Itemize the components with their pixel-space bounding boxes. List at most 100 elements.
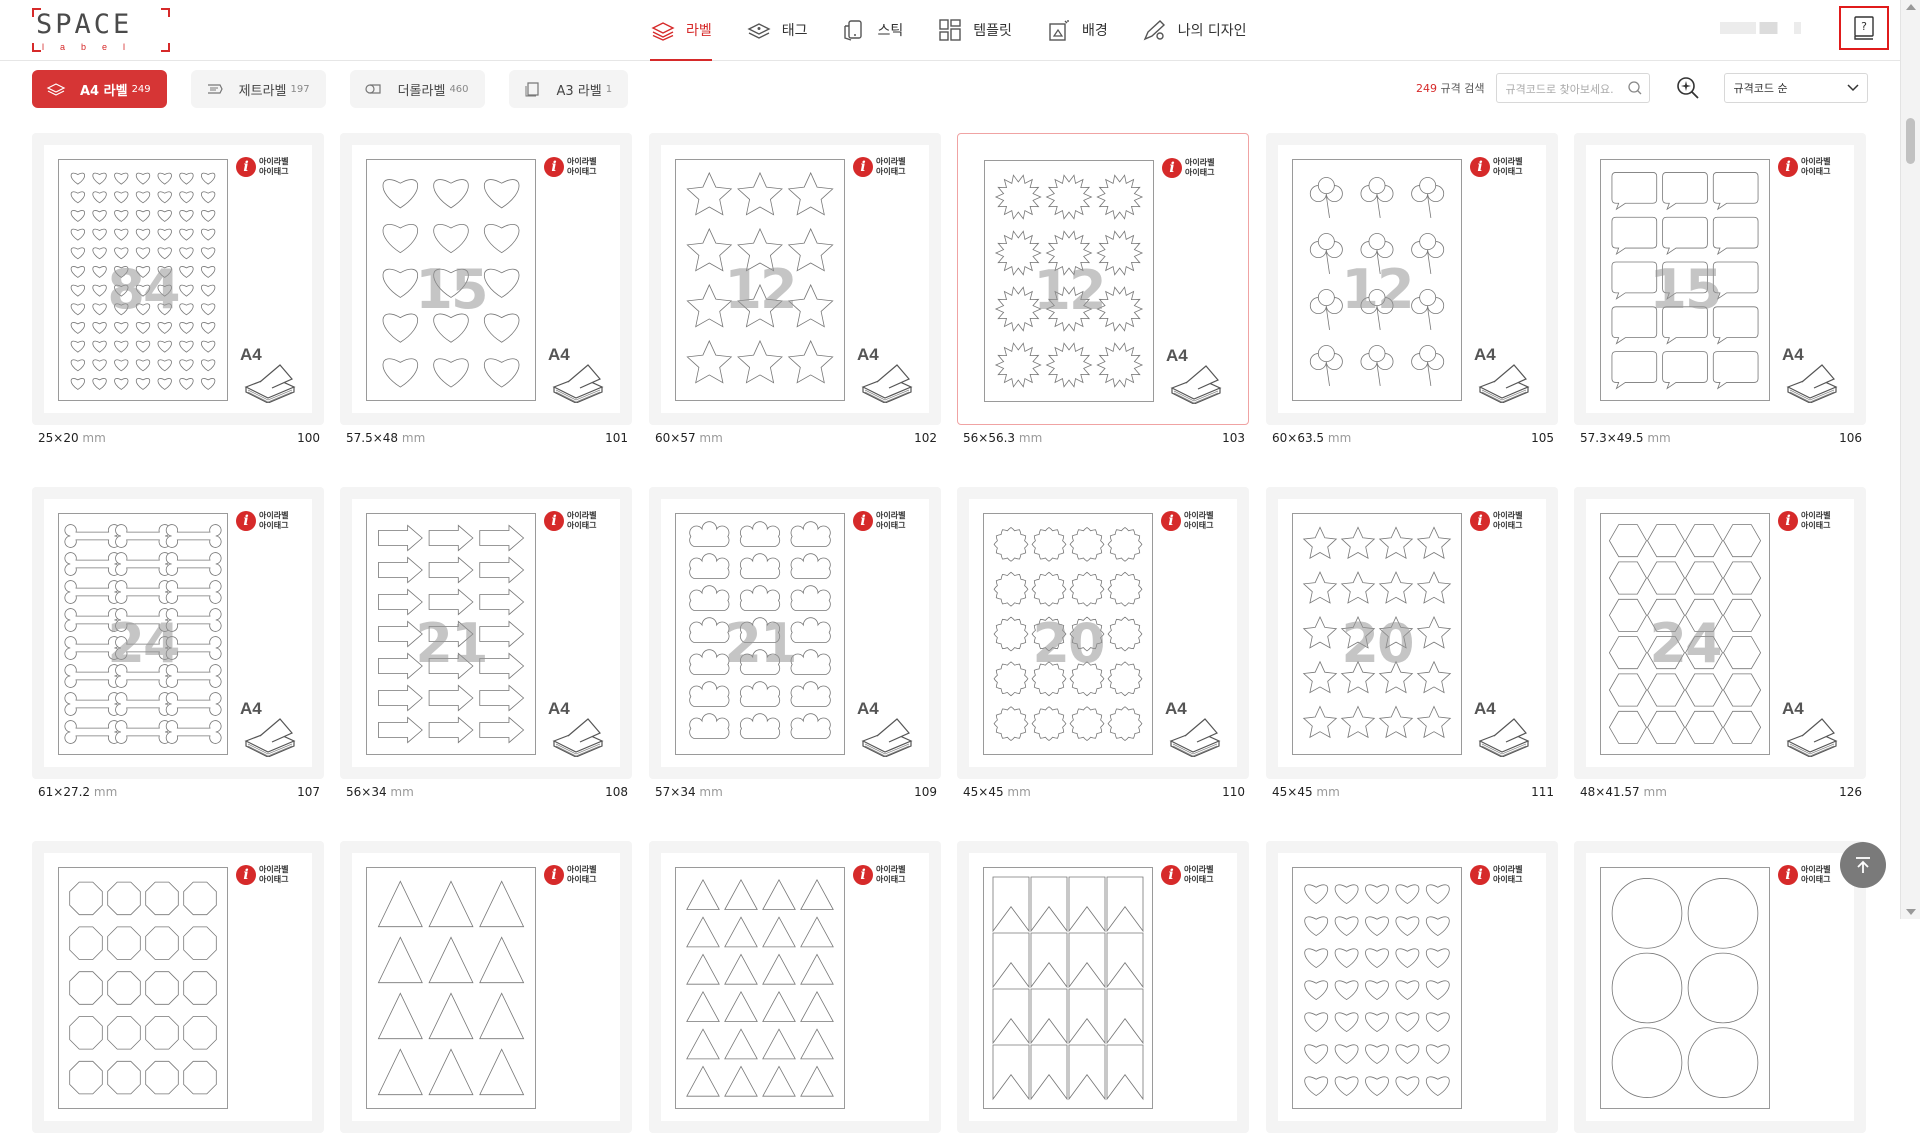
brand-i-icon: i bbox=[853, 157, 873, 177]
background-icon bbox=[1049, 20, 1069, 41]
my-design-icon bbox=[1143, 20, 1165, 41]
label-thumbnail[interactable]: 20 i 아이라벨 아이태그 A4 bbox=[957, 487, 1249, 779]
label-thumbnail[interactable]: 21 i 아이라벨 아이태그 A4 bbox=[649, 487, 941, 779]
help-book-icon: ? bbox=[1854, 16, 1874, 40]
label-sheet-preview bbox=[366, 867, 536, 1109]
label-sheet-preview: 15 bbox=[1600, 159, 1770, 401]
result-count-suffix: 규격 검색 bbox=[1440, 82, 1485, 95]
label-thumbnail[interactable]: 12 i 아이라벨 아이태그 A4 bbox=[1266, 133, 1558, 425]
label-thumbnail[interactable]: 84 i 아이라벨 아이태그 A4 bbox=[32, 133, 324, 425]
label-sheet-icon bbox=[525, 82, 539, 97]
label-thumbnail[interactable]: i 아이라벨 아이태그 bbox=[1266, 841, 1558, 1133]
nav-my-design[interactable]: 나의 디자인 bbox=[1142, 0, 1247, 60]
label-thumbnail[interactable]: i 아이라벨 아이태그 bbox=[340, 841, 632, 1133]
label-size-unit: mm bbox=[82, 431, 106, 445]
label-code: 103 bbox=[1222, 431, 1245, 445]
label-code: 102 bbox=[914, 431, 937, 445]
page-scrollbar[interactable] bbox=[1900, 0, 1920, 919]
scroll-down-arrow[interactable] bbox=[1906, 909, 1916, 915]
label-thumbnail[interactable]: i 아이라벨 아이태그 bbox=[32, 841, 324, 1133]
label-thumbnail[interactable]: 12 i 아이라벨 아이태그 A4 bbox=[957, 133, 1249, 425]
nav-label-text: 라벨 bbox=[686, 23, 712, 39]
category-jet-label[interactable]: 제트라벨 197 bbox=[190, 70, 326, 108]
label-sheet-preview: 15 bbox=[366, 159, 536, 401]
label-code: 109 bbox=[914, 785, 937, 799]
scroll-up-arrow[interactable] bbox=[1906, 4, 1916, 10]
brand-line2: 아이태그 bbox=[259, 875, 289, 884]
label-thumbnail[interactable]: 24 i 아이라벨 아이태그 A4 bbox=[1574, 487, 1866, 779]
brand-line1: 아이라벨 bbox=[567, 511, 597, 520]
label-size-value: 45×45 bbox=[1272, 785, 1313, 799]
label-count: 84 bbox=[107, 258, 180, 321]
smart-search-button[interactable] bbox=[1672, 73, 1704, 103]
paper-stack-icon bbox=[1169, 718, 1221, 757]
nav-background-text: 배경 bbox=[1081, 23, 1108, 39]
nav-label[interactable]: 라벨 bbox=[650, 0, 712, 61]
label-size: 25×20 mm bbox=[38, 431, 106, 445]
ilabel-brand-logo: i 아이라벨 아이태그 bbox=[236, 511, 288, 531]
label-thumbnail[interactable]: 15 i 아이라벨 아이태그 A4 bbox=[340, 133, 632, 425]
label-size-value: 56×56.3 bbox=[963, 431, 1016, 445]
sort-value: 규격코드 순 bbox=[1733, 82, 1788, 95]
brand-line2: 아이태그 bbox=[567, 167, 597, 176]
label-sheet-preview bbox=[58, 867, 228, 1109]
ilabel-brand-logo: i 아이라벨 아이태그 bbox=[1778, 865, 1830, 885]
help-button[interactable]: ? bbox=[1839, 6, 1889, 50]
label-thumbnail[interactable]: i 아이라벨 아이태그 bbox=[1574, 841, 1866, 1133]
nav-stick[interactable]: 스틱 bbox=[842, 0, 904, 60]
paper-stack-icon bbox=[244, 364, 296, 403]
triangle-shape-grid bbox=[377, 880, 525, 1096]
label-size: 56×56.3 mm bbox=[963, 431, 1042, 445]
sticker-icon bbox=[843, 20, 862, 41]
brand-line1: 아이라벨 bbox=[1184, 865, 1214, 874]
label-sheet-preview: 24 bbox=[1600, 513, 1770, 755]
label-size-unit: mm bbox=[1316, 785, 1340, 799]
heart-shape-grid bbox=[1304, 884, 1450, 1097]
search-icon[interactable] bbox=[1627, 80, 1643, 96]
ilabel-brand-logo: i 아이라벨 아이태그 bbox=[544, 157, 596, 177]
brand-line1: 아이라벨 bbox=[567, 157, 597, 166]
label-size-value: 48×41.57 bbox=[1580, 785, 1640, 799]
nav-background[interactable]: 배경 bbox=[1046, 0, 1108, 60]
nav-template[interactable]: 템플릿 bbox=[937, 0, 1012, 60]
label-size-value: 57.5×48 bbox=[346, 431, 399, 445]
label-sheet-preview bbox=[983, 867, 1153, 1109]
label-sheet-preview: 24 bbox=[58, 513, 228, 755]
label-caption: 60×57 mm 102 bbox=[655, 431, 937, 445]
label-thumbnail[interactable]: 15 i 아이라벨 아이태그 A4 bbox=[1574, 133, 1866, 425]
label-count: 20 bbox=[1341, 612, 1414, 675]
brand-line1: 아이라벨 bbox=[876, 157, 906, 166]
brand-line1: 아이라벨 bbox=[259, 865, 289, 874]
user-account-blurred[interactable] bbox=[1720, 22, 1810, 34]
label-count: 24 bbox=[1649, 612, 1722, 675]
label-thumbnail[interactable]: i 아이라벨 아이태그 bbox=[957, 841, 1249, 1133]
result-count-number: 249 bbox=[1416, 82, 1437, 95]
paper-stack-icon bbox=[861, 364, 913, 403]
search-area: 249 규격 검색 규격코드 순 bbox=[1416, 73, 1869, 103]
label-thumbnail[interactable]: 24 i 아이라벨 아이태그 A4 bbox=[32, 487, 324, 779]
sort-select[interactable]: 규격코드 순 bbox=[1724, 73, 1869, 103]
category-a4-label[interactable]: A4 라벨 249 bbox=[32, 70, 167, 108]
label-thumbnail[interactable]: 12 i 아이라벨 아이태그 A4 bbox=[649, 133, 941, 425]
circle-shape-grid bbox=[1611, 878, 1759, 1098]
label-count: 15 bbox=[1649, 258, 1722, 321]
label-thumbnail[interactable]: i 아이라벨 아이태그 bbox=[649, 841, 941, 1133]
scroll-top-button[interactable] bbox=[1840, 842, 1886, 888]
label-thumbnail[interactable]: 21 i 아이라벨 아이태그 A4 bbox=[340, 487, 632, 779]
space-label-logo[interactable]: SPACE label bbox=[32, 8, 170, 52]
category-a3-label[interactable]: A3 라벨 1 bbox=[508, 70, 629, 108]
scroll-thumb[interactable] bbox=[1906, 118, 1915, 164]
brand-line1: 아이라벨 bbox=[1184, 511, 1214, 520]
category-roll-label[interactable]: 더롤라벨 460 bbox=[349, 70, 485, 108]
brand-line2: 아이태그 bbox=[1801, 521, 1831, 530]
brand-i-icon: i bbox=[1161, 511, 1181, 531]
search-input[interactable] bbox=[1503, 75, 1628, 103]
ilabel-brand-logo: i 아이라벨 아이태그 bbox=[853, 157, 905, 177]
label-thumbnail[interactable]: 20 i 아이라벨 아이태그 A4 bbox=[1266, 487, 1558, 779]
nav-tag[interactable]: 태그 bbox=[746, 0, 808, 60]
paper-stack-icon bbox=[861, 718, 913, 757]
category-label: 더롤라벨 bbox=[397, 83, 446, 99]
paper-stack-icon bbox=[1170, 365, 1222, 404]
nav-stick-text: 스틱 bbox=[877, 23, 904, 39]
brand-line2: 아이태그 bbox=[876, 875, 906, 884]
